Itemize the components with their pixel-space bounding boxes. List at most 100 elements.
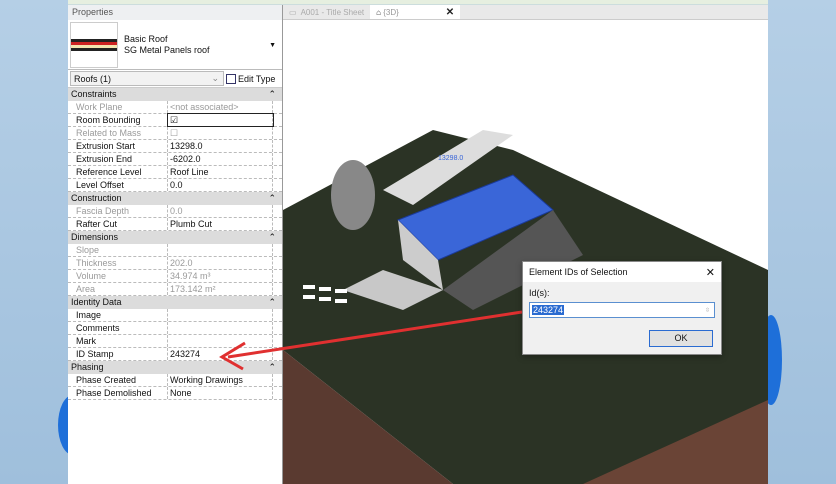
group-header-identity-data[interactable]: Identity Data ⌃ <box>68 296 282 309</box>
group-name: Phasing <box>71 362 104 372</box>
collapse-icon[interactable]: ⌃ <box>268 192 276 205</box>
property-value[interactable]: None <box>168 387 273 399</box>
group-header-phasing[interactable]: Phasing ⌃ <box>68 361 282 374</box>
tab-label: A001 - Title Sheet <box>300 7 365 17</box>
property-value[interactable]: ☐ <box>168 127 273 139</box>
type-family: Basic Roof <box>124 33 168 44</box>
property-row[interactable]: Extrusion Start 13298.0 <box>68 140 282 153</box>
close-tab-icon[interactable]: ✕ <box>446 7 454 18</box>
desktop-background-right <box>768 0 836 484</box>
property-value[interactable]: Roof Line <box>168 166 273 178</box>
property-row[interactable]: Phase Created Working Drawings <box>68 374 282 387</box>
property-name: Work Plane <box>68 101 168 113</box>
property-name: Volume <box>68 270 168 282</box>
properties-title: Properties <box>68 5 282 20</box>
property-value[interactable] <box>168 309 273 321</box>
property-row[interactable]: Phase Demolished None <box>68 387 282 400</box>
property-name: Area <box>68 283 168 295</box>
spinner-icon[interactable]: ⇳ <box>705 307 710 314</box>
property-value[interactable]: 173.142 m² <box>168 283 273 295</box>
property-name: Reference Level <box>68 166 168 178</box>
3d-viewport[interactable]: ▭ A001 - Title Sheet ⌂ {3D} ✕ 13298.0 <box>283 5 768 484</box>
view-tabs: ▭ A001 - Title Sheet ⌂ {3D} ✕ <box>283 5 768 20</box>
property-name: Extrusion End <box>68 153 168 165</box>
group-header-dimensions[interactable]: Dimensions ⌃ <box>68 231 282 244</box>
property-row[interactable]: ID Stamp 243274 <box>68 348 282 361</box>
property-value[interactable]: 13298.0 <box>168 140 273 152</box>
property-value[interactable]: Plumb Cut <box>168 218 273 230</box>
dialog-title: Element IDs of Selection <box>529 267 628 277</box>
property-value[interactable]: -6202.0 <box>168 153 273 165</box>
properties-palette: Properties Basic Roof SG Metal Panels ro… <box>68 5 283 484</box>
property-row[interactable]: Rafter Cut Plumb Cut <box>68 218 282 231</box>
property-row[interactable]: Room Bounding ☑ <box>68 113 282 127</box>
ids-label: Id(s): <box>529 288 550 298</box>
property-row[interactable]: Fascia Depth 0.0 <box>68 205 282 218</box>
model-view: 13298.0 <box>283 130 768 484</box>
desktop-background-left <box>0 0 68 484</box>
property-row[interactable]: Related to Mass ☐ <box>68 127 282 140</box>
ids-value: 243274 <box>532 305 565 315</box>
edit-type-label: Edit Type <box>238 73 276 84</box>
property-value[interactable]: 34.974 m³ <box>168 270 273 282</box>
property-name: Slope <box>68 244 168 256</box>
property-row[interactable]: Image <box>68 309 282 322</box>
property-row[interactable]: Extrusion End -6202.0 <box>68 153 282 166</box>
property-row[interactable]: Work Plane <not associated> <box>68 101 282 114</box>
property-value[interactable] <box>168 322 273 334</box>
group-name: Dimensions <box>71 232 119 242</box>
group-header-construction[interactable]: Construction ⌃ <box>68 192 282 205</box>
property-row[interactable]: Level Offset 0.0 <box>68 179 282 192</box>
group-header-constraints[interactable]: Constraints ⌃ <box>68 88 282 101</box>
chevron-down-icon: ⌄ <box>211 73 219 83</box>
ids-field[interactable]: 243274 ⇳ <box>529 302 715 318</box>
property-row[interactable]: Slope <box>68 244 282 257</box>
roof-type-swatch <box>70 21 118 68</box>
properties-grid: Constraints ⌃ Work Plane <not associated> Ro… <box>68 88 282 400</box>
property-value[interactable]: 202.0 <box>168 257 273 269</box>
instance-filter-label: Roofs (1) <box>74 73 112 84</box>
property-value[interactable]: <not associated> <box>168 101 273 113</box>
property-value[interactable]: ☑ <box>167 113 274 127</box>
collapse-icon[interactable]: ⌃ <box>268 88 276 101</box>
property-name: Phase Created <box>68 374 168 386</box>
type-selector[interactable]: Basic Roof SG Metal Panels roof ▼ <box>68 20 282 70</box>
3d-view-icon: ⌂ <box>376 7 381 17</box>
group-name: Identity Data <box>71 297 122 307</box>
tab-label: {3D} <box>383 7 399 17</box>
property-row[interactable]: Comments <box>68 322 282 335</box>
property-name: Fascia Depth <box>68 205 168 217</box>
property-name: Rafter Cut <box>68 218 168 230</box>
property-name: Mark <box>68 335 168 347</box>
tab-3d[interactable]: ⌂ {3D} ✕ <box>370 5 461 19</box>
property-row[interactable]: Area 173.142 m² <box>68 283 282 296</box>
property-row[interactable]: Mark <box>68 335 282 348</box>
collapse-icon[interactable]: ⌃ <box>268 361 276 374</box>
property-value[interactable]: 0.0 <box>168 205 273 217</box>
property-value[interactable] <box>168 244 273 256</box>
property-value[interactable]: 0.0 <box>168 179 273 191</box>
property-name: Phase Demolished <box>68 387 168 399</box>
edit-type-button[interactable]: Edit Type <box>226 73 282 84</box>
property-name: Level Offset <box>68 179 168 191</box>
property-row[interactable]: Volume 34.974 m³ <box>68 270 282 283</box>
element-ids-dialog: Element IDs of Selection ✕ Id(s): 243274 ⇳… <box>522 261 722 355</box>
property-name: Image <box>68 309 168 321</box>
instance-filter-dropdown[interactable]: Roofs (1) ⌄ <box>70 71 224 86</box>
property-row[interactable]: Thickness 202.0 <box>68 257 282 270</box>
property-name: Extrusion Start <box>68 140 168 152</box>
property-value[interactable]: 243274 <box>168 348 273 360</box>
collapse-icon[interactable]: ⌃ <box>268 296 276 309</box>
tree <box>331 160 375 230</box>
dimension-label: 13298.0 <box>438 155 463 162</box>
ok-button[interactable]: OK <box>649 330 713 347</box>
collapse-icon[interactable]: ⌃ <box>268 231 276 244</box>
sheet-icon: ▭ <box>289 7 297 17</box>
property-value[interactable]: Working Drawings <box>168 374 273 386</box>
property-name: Room Bounding <box>68 114 168 126</box>
close-icon[interactable]: ✕ <box>706 266 715 279</box>
dropdown-arrow-icon[interactable]: ▼ <box>269 42 276 49</box>
tab-title-sheet[interactable]: ▭ A001 - Title Sheet <box>283 5 370 19</box>
property-value[interactable] <box>168 335 273 347</box>
property-row[interactable]: Reference Level Roof Line <box>68 166 282 179</box>
